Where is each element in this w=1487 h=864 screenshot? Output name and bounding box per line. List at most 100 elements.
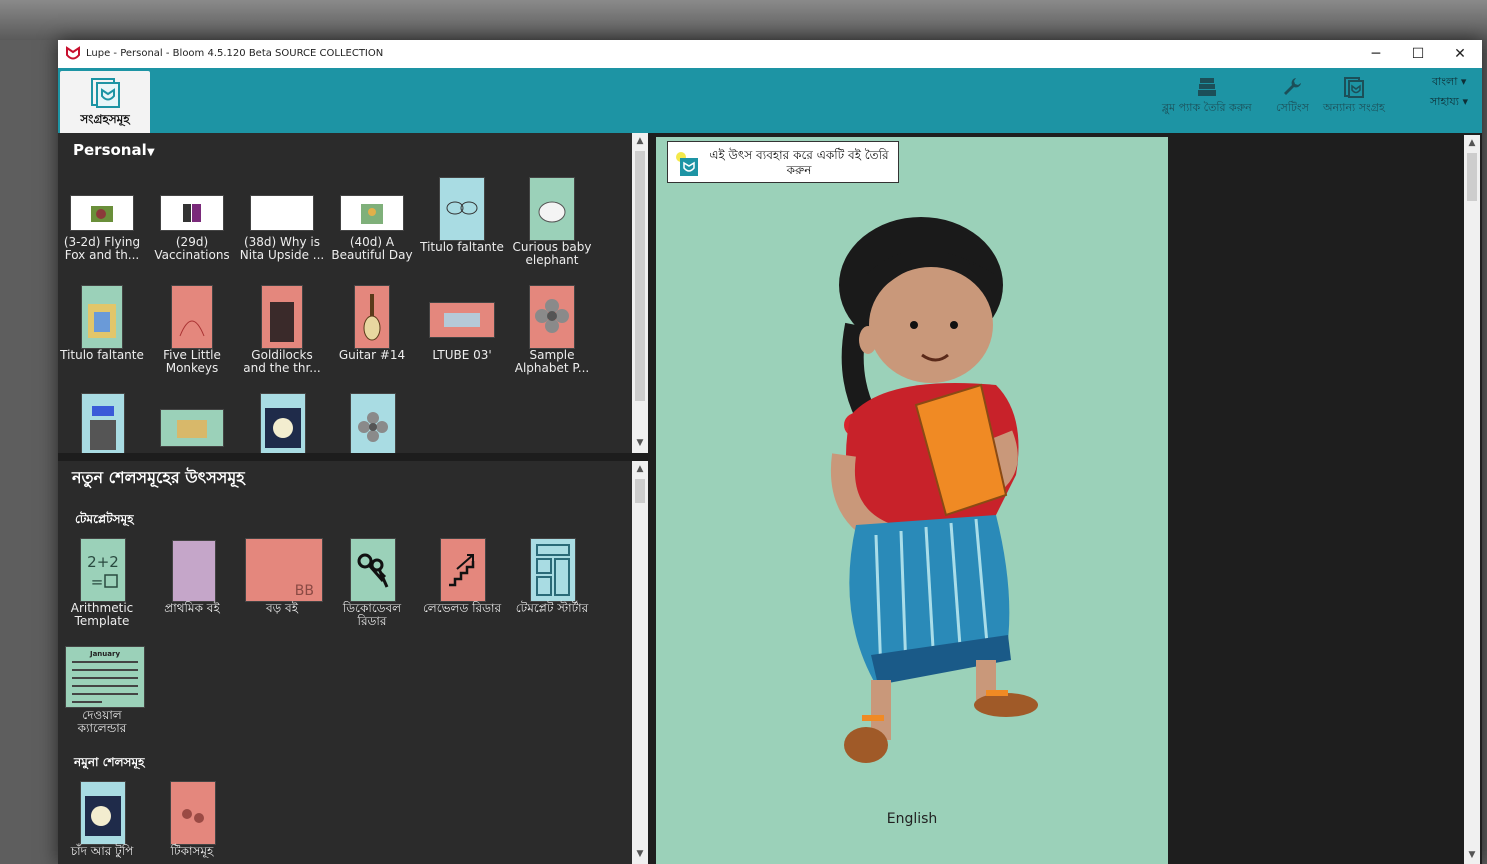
scroll-thumb[interactable]	[1467, 153, 1477, 201]
book-tile[interactable]: (29d) Vaccinations	[149, 178, 235, 278]
left-panel: Personal ▼ (3-2d) Flying Fox and th... (…	[58, 133, 648, 864]
template-tile[interactable]: BB বড় বই	[239, 539, 325, 635]
preview-scrollbar[interactable]: ▲ ▼	[1464, 135, 1480, 864]
other-collection-button[interactable]: অন্যান্য সংগ্রহ	[1323, 76, 1385, 118]
template-tile[interactable]: ডিকোডেবল রিডার	[329, 539, 415, 635]
sources-scrollbar[interactable]: ▲ ▼	[632, 461, 648, 864]
book-cover	[161, 196, 223, 230]
book-tile[interactable]: Goldilocks and the thr...	[239, 286, 325, 386]
book-tile[interactable]	[329, 394, 415, 453]
arithmetic-icon: 2+2 =	[87, 553, 119, 591]
collection-dropdown-icon[interactable]: ▼	[147, 147, 155, 158]
svg-text:=: =	[91, 573, 104, 591]
template-label: Arithmetic Template	[70, 601, 134, 628]
sample-label: টিকাসমূহ	[170, 844, 214, 858]
scroll-down-icon[interactable]: ▼	[632, 846, 648, 862]
book-label: (40d) A Beautiful Day	[331, 235, 413, 262]
book-cover	[530, 286, 574, 348]
sample-tile[interactable]: টিকাসমূহ	[149, 782, 235, 862]
template-cover	[351, 539, 395, 601]
sample-tile[interactable]: চাঁদ আর টুপি	[59, 782, 145, 862]
book-cover	[82, 394, 124, 453]
make-bloompack-button[interactable]: ব্লুম প্যাক তৈরি করুন	[1162, 76, 1252, 118]
pane-splitter[interactable]	[58, 453, 648, 461]
book-tile[interactable]: LTUBE 03'	[419, 286, 505, 386]
template-tile[interactable]: January দেওয়াল ক্যালেন্ডার	[59, 647, 145, 743]
book-page-preview: এই উৎস ব্যবহার করে একটি বই তৈরি করুন Eng…	[656, 137, 1168, 864]
book-cover	[262, 286, 302, 348]
flower-thumbnail	[358, 412, 388, 442]
minimize-button[interactable]: ─	[1354, 40, 1398, 68]
book-thumbnail	[91, 206, 113, 222]
template-cover: January	[66, 647, 144, 707]
svg-text:2+2: 2+2	[87, 553, 119, 571]
book-tile[interactable]: (40d) A Beautiful Day	[329, 178, 415, 278]
scroll-up-icon[interactable]: ▲	[1464, 135, 1480, 151]
book-thumbnail	[446, 201, 478, 215]
book-cover	[355, 286, 389, 348]
key-icon	[357, 553, 389, 588]
templates-title: টেমপ্লেটসমূহ	[75, 512, 134, 526]
bloom-logo-icon	[66, 46, 80, 60]
settings-button[interactable]: সেটিংস	[1276, 76, 1309, 118]
book-tile[interactable]: Titulo faltante	[59, 286, 145, 386]
template-tile[interactable]: লেভেলড রিডার	[419, 539, 505, 635]
scroll-thumb[interactable]	[635, 151, 645, 401]
book-tile[interactable]: Five Little Monkeys	[149, 286, 235, 386]
scroll-thumb[interactable]	[635, 479, 645, 503]
book-tile[interactable]: Titulo faltante	[419, 178, 505, 278]
page-language-label: English	[886, 811, 938, 827]
book-label: Curious baby elephant	[512, 240, 592, 267]
make-book-button[interactable]: এই উৎস ব্যবহার করে একটি বই তৈরি করুন	[667, 141, 899, 183]
template-cover	[531, 539, 575, 601]
maximize-button[interactable]: ☐	[1396, 40, 1440, 68]
help-menu[interactable]: সাহায্য ▾	[1430, 93, 1468, 112]
book-thumbnail	[182, 809, 204, 823]
book-cover	[251, 196, 313, 230]
close-button[interactable]: ✕	[1438, 40, 1482, 68]
book-tile[interactable]: (38d) Why is Nita Upside ...	[239, 178, 325, 278]
book-cover	[351, 394, 395, 453]
book-thumbnail	[538, 201, 566, 223]
book-label: Goldilocks and the thr...	[243, 348, 321, 375]
collection-scrollbar[interactable]: ▲ ▼	[632, 133, 648, 453]
bloom-book-icon	[676, 152, 698, 176]
book-label: Guitar #14	[338, 348, 406, 362]
book-label: LTUBE 03'	[432, 348, 492, 362]
moon-thumbnail	[85, 796, 121, 836]
book-cover	[82, 286, 122, 348]
stairs-icon	[449, 554, 475, 587]
svg-text:January: January	[89, 650, 120, 658]
sample-cover	[81, 782, 125, 844]
top-toolbar: সংগ্রহসমূহ ব্লুম প্যাক তৈরি করুন সেটিংস …	[58, 68, 1482, 133]
book-tile[interactable]: Guitar #14	[329, 286, 415, 386]
tab-collections[interactable]: সংগ্রহসমূহ	[60, 71, 150, 133]
scroll-down-icon[interactable]: ▼	[632, 435, 648, 451]
wrench-icon	[1284, 78, 1302, 95]
book-label: Five Little Monkeys	[163, 348, 221, 375]
book-tile[interactable]: (3-2d) Flying Fox and th...	[59, 178, 145, 278]
template-tile[interactable]: টেমপ্লেট স্টার্টার	[509, 539, 595, 635]
book-tile[interactable]: Curious baby elephant	[509, 178, 595, 278]
book-thumbnail	[177, 420, 207, 438]
book-label: (38d) Why is Nita Upside ...	[239, 235, 325, 262]
title-bar: Lupe - Personal - Bloom 4.5.120 Beta SOU…	[58, 40, 1482, 68]
tab-collections-label: সংগ্রহসমূহ	[80, 112, 130, 126]
scroll-up-icon[interactable]: ▲	[632, 461, 648, 477]
scroll-down-icon[interactable]: ▼	[1464, 847, 1480, 863]
book-tile[interactable]: Sample Alphabet P...	[509, 286, 595, 386]
book-tile[interactable]	[239, 394, 325, 453]
language-menu[interactable]: বাংলা ▾	[1432, 73, 1466, 92]
window-title: Lupe - Personal - Bloom 4.5.120 Beta SOU…	[86, 48, 384, 59]
book-tile[interactable]	[59, 394, 145, 453]
samples-title: নমুনা শেলসমূহ	[74, 755, 145, 769]
template-tile[interactable]: প্রাথমিক বই	[149, 539, 235, 635]
calendar-icon: January	[72, 650, 138, 703]
app-window: Lupe - Personal - Bloom 4.5.120 Beta SOU…	[58, 40, 1482, 864]
guitar-thumbnail	[363, 294, 381, 341]
template-label: দেওয়াল ক্যালেন্ডার	[77, 708, 127, 735]
book-tile[interactable]	[149, 394, 235, 453]
template-tile[interactable]: 2+2 = Arithmetic Template	[59, 539, 145, 635]
flower-thumbnail	[535, 299, 569, 333]
scroll-up-icon[interactable]: ▲	[632, 133, 648, 149]
